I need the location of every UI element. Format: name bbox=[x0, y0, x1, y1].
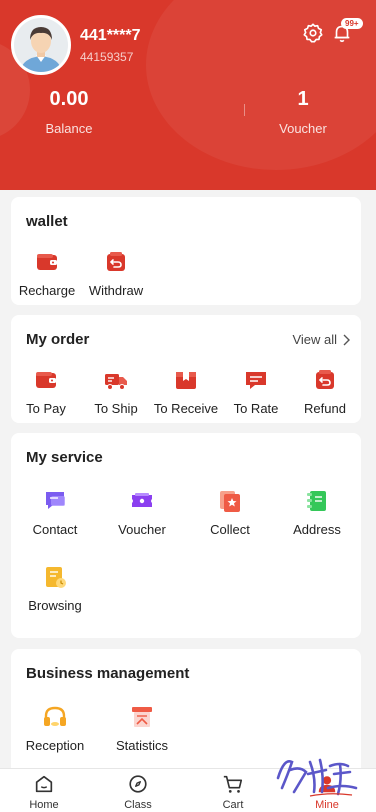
box-icon bbox=[176, 372, 196, 389]
user-id: 44159357 bbox=[80, 50, 134, 64]
notification-badge: 99+ bbox=[341, 18, 363, 29]
voucher-button[interactable]: Voucher bbox=[106, 488, 178, 537]
to-rate-label: To Rate bbox=[233, 401, 279, 416]
browsing-label: Browsing bbox=[28, 598, 82, 613]
headset-icon bbox=[44, 706, 66, 726]
wallet-icon bbox=[37, 254, 57, 270]
avatar[interactable] bbox=[11, 15, 71, 75]
voucher-value: 1 bbox=[297, 88, 309, 110]
service-card: My service Contact Voucher Collect Addre… bbox=[11, 433, 361, 638]
withdraw-button[interactable]: Withdraw bbox=[80, 249, 152, 298]
wallet-title: wallet bbox=[26, 213, 68, 230]
refund-label: Refund bbox=[304, 401, 346, 416]
view-all-link[interactable]: View all bbox=[292, 332, 351, 347]
order-card: My order View all To Pay To Ship To Rece… bbox=[11, 315, 361, 423]
refund-button[interactable]: Refund bbox=[289, 367, 361, 416]
to-receive-button[interactable]: To Receive bbox=[150, 367, 222, 416]
star-icon bbox=[220, 491, 240, 512]
voucher-stat[interactable]: 1 Voucher bbox=[253, 88, 353, 136]
truck-icon bbox=[105, 374, 127, 390]
statistics-button[interactable]: Statistics bbox=[106, 704, 178, 753]
tab-class[interactable]: Class bbox=[103, 773, 173, 811]
balance-label: Balance bbox=[45, 121, 93, 136]
tab-cart[interactable]: Cart bbox=[198, 773, 268, 811]
ticket-icon bbox=[132, 493, 152, 507]
to-receive-label: To Receive bbox=[153, 401, 219, 416]
to-pay-button[interactable]: To Pay bbox=[10, 367, 82, 416]
gear-icon[interactable] bbox=[302, 22, 324, 44]
tab-home[interactable]: Home bbox=[9, 773, 79, 811]
recharge-label: Recharge bbox=[18, 283, 76, 298]
to-rate-button[interactable]: To Rate bbox=[220, 367, 292, 416]
balance-stat[interactable]: 0.00 Balance bbox=[19, 88, 119, 136]
business-title: Business management bbox=[26, 665, 190, 682]
chat-icon bbox=[46, 492, 65, 509]
rate-icon bbox=[246, 372, 266, 389]
withdraw-icon bbox=[107, 252, 125, 271]
username: 441****7 bbox=[80, 27, 141, 44]
profile-header: 441****7 44159357 99+ 0.00 Balance 1 Vou… bbox=[0, 0, 376, 190]
statistics-label: Statistics bbox=[115, 738, 168, 753]
collect-button[interactable]: Collect bbox=[194, 488, 266, 537]
history-icon bbox=[46, 567, 66, 588]
cart-icon bbox=[223, 775, 243, 793]
business-card: Business management Reception Statistics bbox=[11, 649, 361, 779]
withdraw-label: Withdraw bbox=[88, 283, 144, 298]
refund-icon bbox=[316, 370, 334, 389]
address-button[interactable]: Address bbox=[281, 488, 353, 537]
balance-value: 0.00 bbox=[49, 88, 89, 110]
tab-cart-label: Cart bbox=[222, 799, 244, 811]
service-title: My service bbox=[26, 449, 103, 466]
contact-button[interactable]: Contact bbox=[19, 488, 91, 537]
wallet-icon bbox=[36, 372, 56, 388]
contact-label: Contact bbox=[32, 522, 78, 537]
stat-divider bbox=[244, 104, 245, 116]
view-all-label: View all bbox=[292, 332, 337, 347]
bottom-tab-bar: Home Class Cart Mine bbox=[0, 768, 376, 812]
recharge-button[interactable]: Recharge bbox=[11, 249, 83, 298]
voucher-label: Voucher bbox=[118, 522, 166, 537]
to-ship-label: To Ship bbox=[94, 401, 138, 416]
order-title: My order bbox=[26, 331, 90, 348]
browsing-button[interactable]: Browsing bbox=[19, 564, 91, 613]
address-label: Address bbox=[293, 522, 341, 537]
to-ship-button[interactable]: To Ship bbox=[80, 367, 152, 416]
to-pay-label: To Pay bbox=[26, 401, 66, 416]
collect-label: Collect bbox=[210, 522, 250, 537]
voucher-label: Voucher bbox=[279, 121, 327, 136]
user-icon bbox=[318, 776, 336, 793]
address-book-icon bbox=[307, 491, 326, 511]
tab-class-label: Class bbox=[124, 799, 152, 811]
tab-home-label: Home bbox=[29, 799, 59, 811]
compass-icon bbox=[129, 775, 147, 793]
tab-mine-label: Mine bbox=[315, 799, 339, 811]
home-icon bbox=[35, 775, 53, 793]
statistics-icon bbox=[132, 707, 152, 727]
reception-label: Reception bbox=[25, 738, 85, 753]
tab-mine[interactable]: Mine bbox=[292, 773, 362, 811]
reception-button[interactable]: Reception bbox=[19, 704, 91, 753]
wallet-card: wallet Recharge Withdraw bbox=[11, 197, 361, 305]
chevron-right-icon bbox=[343, 334, 350, 345]
